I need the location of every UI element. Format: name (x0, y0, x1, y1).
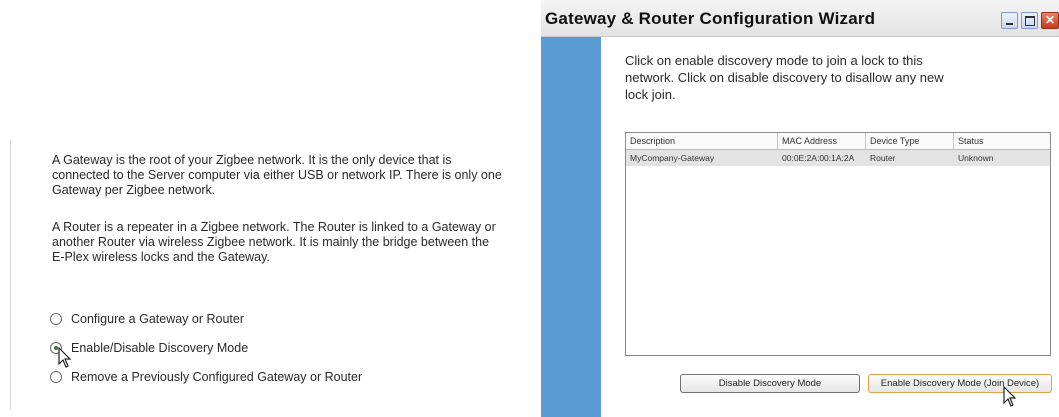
option-discovery-label: Enable/Disable Discovery Mode (71, 341, 249, 355)
wizard-side-panel (541, 37, 601, 417)
radio-remove[interactable] (50, 371, 62, 383)
column-header[interactable]: Device Type (866, 133, 954, 149)
option-configure[interactable]: Configure a Gateway or Router (50, 312, 244, 326)
mouse-cursor-icon (1003, 386, 1017, 407)
mouse-cursor-icon (58, 347, 72, 368)
minimize-icon[interactable] (1001, 12, 1018, 29)
column-header[interactable]: Status (954, 133, 1050, 149)
table-cell: 00:0E:2A:00:1A:2A (782, 153, 855, 163)
table-cell: Router (870, 153, 896, 163)
gateway-description: A Gateway is the root of your Zigbee net… (52, 153, 502, 197)
option-remove-label: Remove a Previously Configured Gateway o… (71, 370, 363, 384)
table-header: Description MAC Address Device Type Stat… (626, 133, 1050, 150)
column-header[interactable]: MAC Address (778, 133, 866, 149)
window-title: Gateway & Router Configuration Wizard (545, 9, 876, 28)
column-header[interactable]: Description (626, 133, 778, 149)
option-remove[interactable]: Remove a Previously Configured Gateway o… (50, 370, 362, 384)
table-cell: MyCompany-Gateway (630, 153, 715, 163)
option-configure-label: Configure a Gateway or Router (71, 312, 245, 326)
router-description: A Router is a repeater in a Zigbee netwo… (52, 220, 496, 264)
left-divider (10, 140, 11, 410)
device-table: Description MAC Address Device Type Stat… (625, 132, 1051, 356)
option-discovery[interactable]: Enable/Disable Discovery Mode (50, 341, 248, 355)
table-row[interactable]: MyCompany-Gateway 00:0E:2A:00:1A:2A Rout… (626, 150, 1050, 166)
enable-discovery-button[interactable]: Enable Discovery Mode (Join Device) (868, 374, 1052, 393)
title-bar[interactable]: Gateway & Router Configuration Wizard (541, 0, 1059, 37)
wizard-instructions: Click on enable discovery mode to join a… (625, 53, 944, 102)
wizard-window: Gateway & Router Configuration Wizard Cl… (541, 0, 1059, 417)
disable-discovery-button[interactable]: Disable Discovery Mode (680, 374, 860, 393)
close-icon[interactable] (1041, 12, 1059, 29)
radio-configure[interactable] (50, 313, 62, 325)
table-cell: Unknown (958, 153, 994, 163)
maximize-icon[interactable] (1021, 12, 1038, 29)
